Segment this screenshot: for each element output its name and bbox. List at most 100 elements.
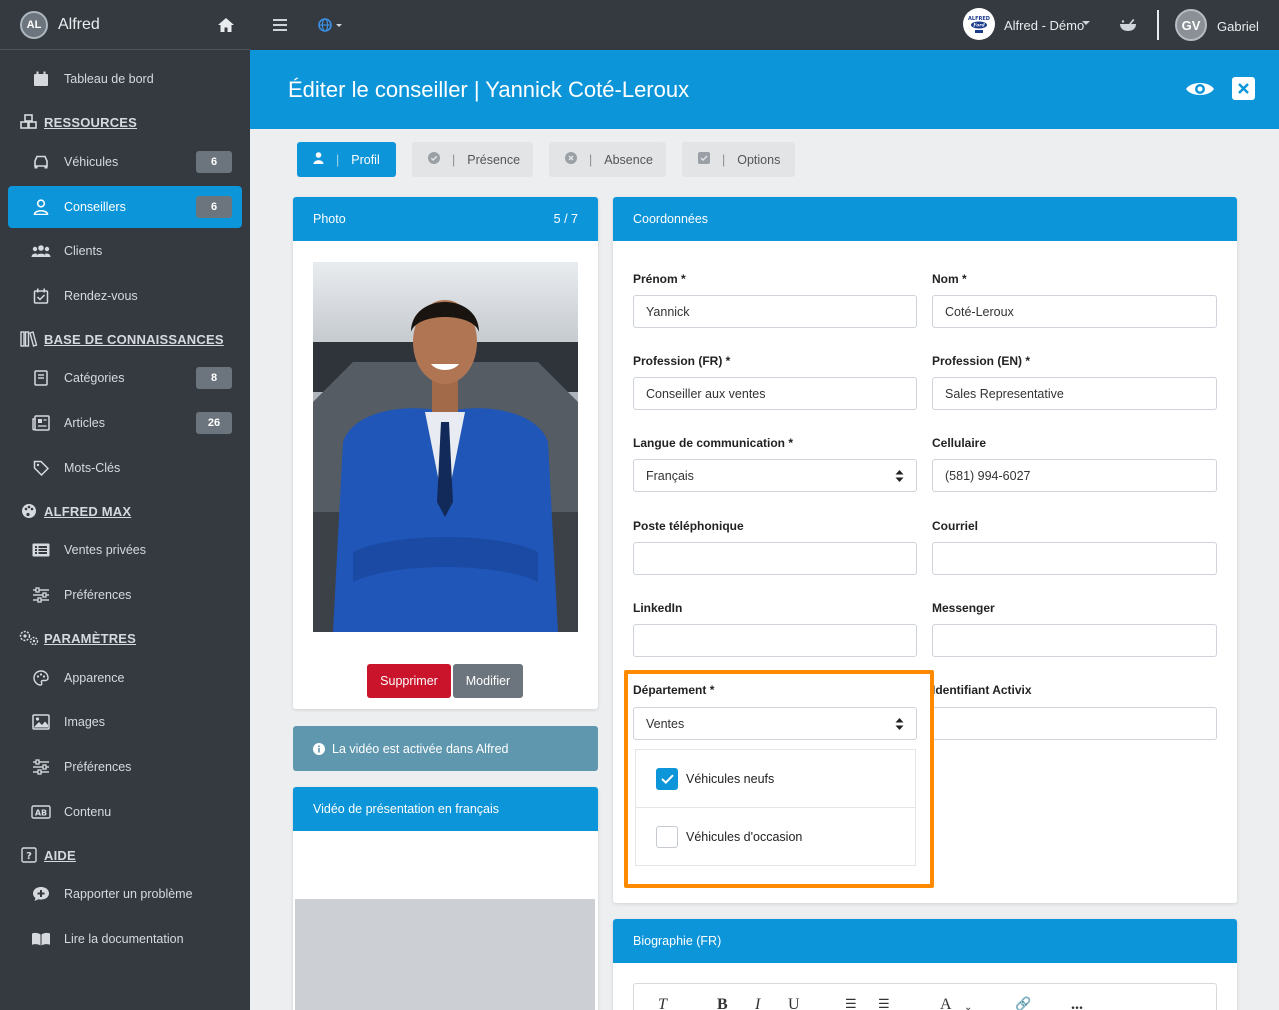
departement-select[interactable]: Ventes [633,707,917,740]
dealer-name[interactable]: Alfred - Démo [1004,18,1084,33]
photo-counter: 5 / 7 [553,212,578,226]
editor-toolbar: T B I U ☰ ☰ A ⌄ 🔗 ... [633,983,1217,1010]
home-icon[interactable] [216,15,236,35]
sidebar-item-articles[interactable]: Articles 26 [8,402,242,444]
sidebar-item-vehicules[interactable]: Véhicules 6 [8,141,242,183]
brand-bar: AL Alfred [0,0,250,50]
preview-eye-icon[interactable] [1185,76,1215,102]
hamburger-menu-icon[interactable] [272,17,288,33]
edit-photo-button[interactable]: Modifier [453,664,523,698]
text-style-button[interactable]: T [658,996,667,1010]
langue-select[interactable]: Français [633,459,917,492]
caret-down-icon[interactable] [1082,21,1090,26]
page-title: Éditer le conseiller | Yannick Coté-Lero… [288,76,690,102]
vacuum-robot-icon[interactable] [1118,16,1138,34]
tab-profil[interactable]: | Profil [297,142,396,177]
section-ressources[interactable]: RESSOURCES [18,112,137,132]
tab-label: Profil [351,152,380,167]
check-circle-icon [428,152,440,167]
sidebar-item-apparence[interactable]: Apparence [8,657,242,699]
tab-options[interactable]: | Options [682,142,795,177]
top-navbar: ALFRED Ford Alfred - Démo GV Gabriel [250,0,1279,50]
font-color-button[interactable]: A [940,996,952,1010]
advisor-photo[interactable] [313,262,578,632]
nom-field[interactable]: Coté-Leroux [932,295,1217,328]
sidebar-item-rendez-vous[interactable]: Rendez-vous [8,275,242,317]
section-label: AIDE [44,847,76,863]
checkbox-vehicules-occasion[interactable]: Véhicules d'occasion [635,807,916,866]
section-label: BASE DE CONNAISSANCES [44,331,224,347]
checkmark-icon [660,774,674,784]
navbar-divider [1157,10,1159,40]
profession-fr-label: Profession (FR) * [633,354,731,368]
language-globe-dropdown[interactable] [316,16,346,34]
section-base-de-connaissances[interactable]: BASE DE CONNAISSANCES [18,329,224,349]
video-card: Vidéo de présentation en français [293,787,598,1010]
checkbox-vehicules-neufs[interactable]: Véhicules neufs [635,749,916,808]
activix-field[interactable] [932,707,1217,740]
poste-label: Poste téléphonique [633,519,744,533]
bold-button[interactable]: B [717,996,728,1010]
user-avatar[interactable]: GV [1175,9,1207,41]
profession-fr-field[interactable]: Conseiller aux ventes [633,377,917,410]
card-title: Coordonnées [633,212,709,226]
messenger-field[interactable] [932,624,1217,657]
sidebar-item-dashboard[interactable]: Tableau de bord [8,58,242,100]
brand-logo[interactable]: AL [20,10,48,39]
prenom-field[interactable]: Yannick [633,295,917,328]
sidebar-item-documentation[interactable]: Lire la documentation [8,918,242,960]
sidebar-item-images[interactable]: Images [8,701,242,743]
profession-en-field[interactable]: Sales Representative [932,377,1217,410]
sidebar-item-label: Conseillers [64,200,126,214]
bullet-list-icon[interactable]: ☰ [845,996,857,1010]
dealer-logo[interactable]: ALFRED Ford [963,8,995,40]
sidebar-item-preferences[interactable]: Préférences [8,746,242,788]
sidebar-item-label: Clients [64,244,103,258]
sidebar-item-clients[interactable]: Clients [8,230,242,272]
sidebar-item-label: Lire la documentation [64,932,184,946]
checkbox-unchecked[interactable] [656,825,678,848]
more-button[interactable]: ... [1071,996,1083,1010]
delete-photo-button[interactable]: Supprimer [367,664,451,698]
user-name[interactable]: Gabriel [1217,19,1259,34]
linkedin-field[interactable] [633,624,917,657]
italic-button[interactable]: I [755,996,760,1010]
section-parametres[interactable]: PARAMÈTRES [18,628,136,648]
photo-card-header: Photo 5 / 7 [293,197,598,241]
departement-label: Département * [633,683,715,697]
tab-label: Absence [604,152,653,167]
close-icon[interactable] [1232,77,1255,100]
courriel-field[interactable] [932,542,1217,575]
tab-absence[interactable]: | Absence [549,142,666,177]
section-alfred-max[interactable]: ALFRED MAX [18,501,131,521]
svg-text:ALFRED: ALFRED [968,16,990,22]
section-aide[interactable]: ? AIDE [18,845,76,865]
card-title: Vidéo de présentation en français [313,802,500,816]
video-player[interactable] [295,899,595,1010]
sidebar-item-contenu[interactable]: AB Contenu [8,791,242,833]
sidebar-item-conseillers[interactable]: Conseillers 6 [8,186,242,228]
link-icon[interactable]: 🔗 [1015,996,1031,1010]
brand-name[interactable]: Alfred [58,16,216,34]
sidebar-item-rapporter[interactable]: Rapporter un problème [8,873,242,915]
langue-label: Langue de communication * [633,436,794,450]
section-label: PARAMÈTRES [44,630,137,646]
biography-card-header: Biographie (FR) [613,919,1237,963]
sidebar-item-ventes-privees[interactable]: Ventes privées [8,529,242,571]
checkbox-checked[interactable] [656,767,678,790]
card-title: Photo [313,212,346,226]
sidebar-item-mots-cles[interactable]: Mots-Clés [8,447,242,489]
checkbox-label: Véhicules d'occasion [686,829,803,844]
list-alt-icon [30,540,52,560]
svg-text:Ford: Ford [972,23,985,29]
cellulaire-field[interactable]: (581) 994-6027 [932,459,1217,492]
sidebar-item-categories[interactable]: Catégories 8 [8,357,242,399]
numbered-list-icon[interactable]: ☰ [878,996,890,1010]
underline-button[interactable]: U [788,996,800,1010]
language-icon: AB [30,802,52,822]
poste-field[interactable] [633,542,917,575]
chevron-down-icon[interactable]: ⌄ [964,1002,972,1010]
sidebar-item-preferences-max[interactable]: Préférences [8,574,242,616]
tab-presence[interactable]: | Présence [412,142,533,177]
info-circle-icon [313,742,325,755]
